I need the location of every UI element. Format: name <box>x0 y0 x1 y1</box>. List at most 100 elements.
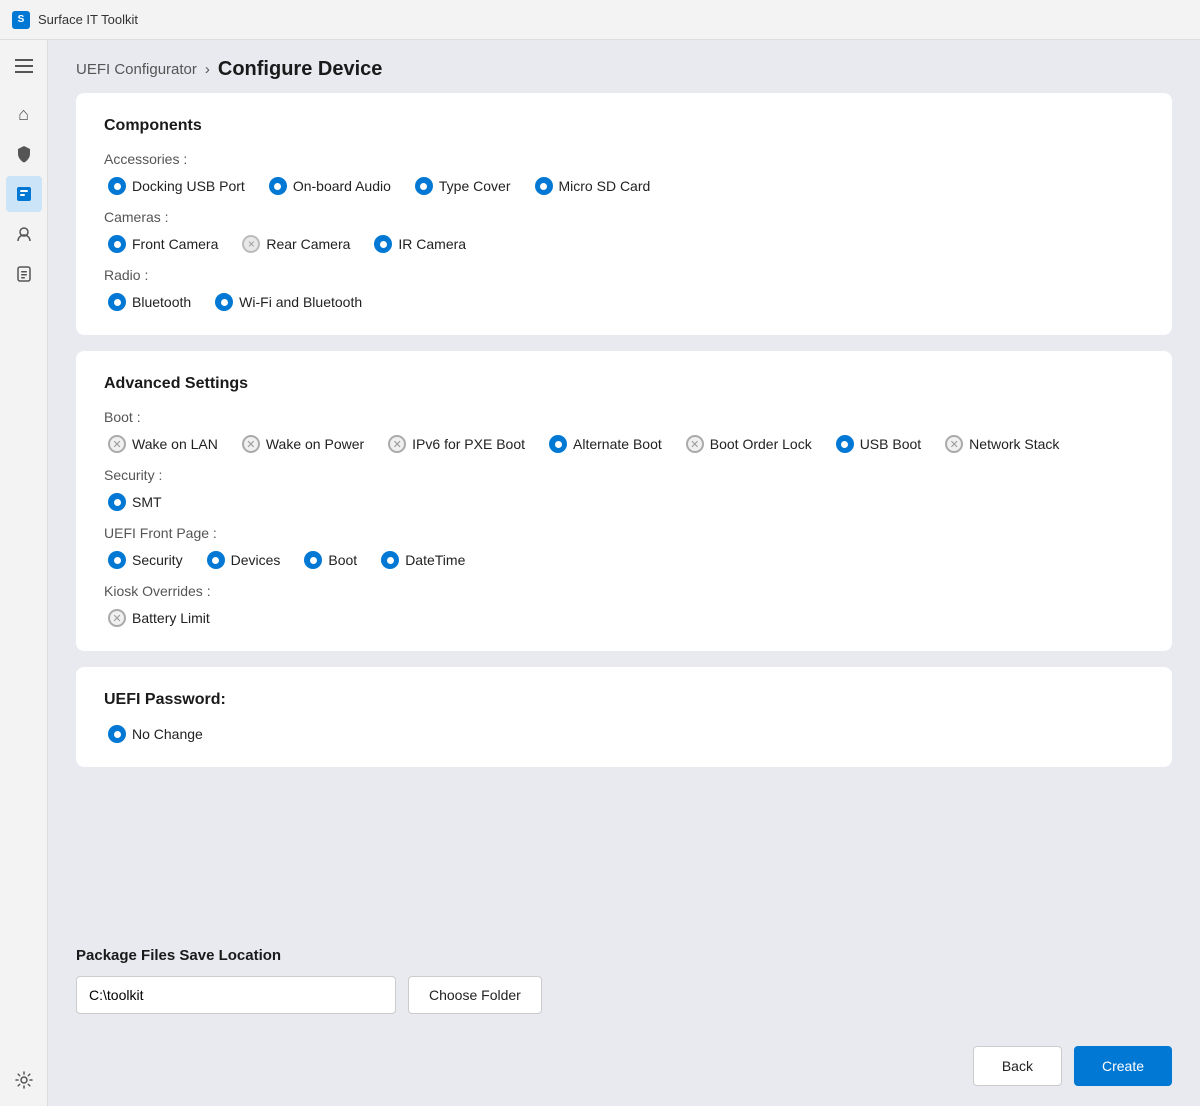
option-wifi-bluetooth[interactable]: Wi-Fi and Bluetooth <box>215 293 362 311</box>
toggle-uefi-datetime <box>381 551 399 569</box>
sidebar-item-reports[interactable] <box>6 256 42 292</box>
label-battery-limit: Battery Limit <box>132 610 210 626</box>
label-network-stack: Network Stack <box>969 436 1059 452</box>
create-button[interactable]: Create <box>1074 1046 1172 1086</box>
toggle-ipv6-pxe-boot: ✕ <box>388 435 406 453</box>
kiosk-overrides-options: ✕ Battery Limit <box>108 609 1144 627</box>
option-bluetooth[interactable]: Bluetooth <box>108 293 191 311</box>
toggle-docking-usb-port <box>108 177 126 195</box>
uefi-front-page-label: UEFI Front Page : <box>104 525 1144 541</box>
advanced-settings-card: Advanced Settings Boot : ✕ Wake on LAN ✕… <box>76 351 1172 651</box>
toggle-onboard-audio <box>269 177 287 195</box>
app-icon: S <box>12 11 30 29</box>
app-title: Surface IT Toolkit <box>38 12 138 27</box>
breadcrumb-parent[interactable]: UEFI Configurator <box>76 61 197 78</box>
option-docking-usb-port[interactable]: Docking USB Port <box>108 177 245 195</box>
sidebar-item-settings[interactable] <box>6 1062 42 1098</box>
label-micro-sd-card: Micro SD Card <box>559 178 651 194</box>
toggle-ir-camera <box>374 235 392 253</box>
option-ipv6-pxe-boot[interactable]: ✕ IPv6 for PXE Boot <box>388 435 525 453</box>
package-save-location-section: Package Files Save Location Choose Folde… <box>48 927 1200 1034</box>
toggle-wake-on-power: ✕ <box>242 435 260 453</box>
label-rear-camera: Rear Camera <box>266 236 350 252</box>
option-uefi-security[interactable]: Security <box>108 551 183 569</box>
kiosk-overrides-label: Kiosk Overrides : <box>104 583 1144 599</box>
label-usb-boot: USB Boot <box>860 436 921 452</box>
label-front-camera: Front Camera <box>132 236 218 252</box>
save-location-row: Choose Folder <box>76 976 1172 1014</box>
option-boot-order-lock[interactable]: ✕ Boot Order Lock <box>686 435 812 453</box>
label-ir-camera: IR Camera <box>398 236 466 252</box>
accessories-label: Accessories : <box>104 151 1144 167</box>
option-battery-limit[interactable]: ✕ Battery Limit <box>108 609 210 627</box>
option-micro-sd-card[interactable]: Micro SD Card <box>535 177 651 195</box>
label-docking-usb-port: Docking USB Port <box>132 178 245 194</box>
label-wake-on-power: Wake on Power <box>266 436 364 452</box>
option-alternate-boot[interactable]: Alternate Boot <box>549 435 662 453</box>
accessories-options: Docking USB Port On-board Audio Type Cov… <box>108 177 1144 195</box>
save-location-label: Package Files Save Location <box>76 947 1172 964</box>
toggle-uefi-security <box>108 551 126 569</box>
label-uefi-devices: Devices <box>231 552 281 568</box>
label-no-change: No Change <box>132 726 203 742</box>
components-title: Components <box>104 117 1144 135</box>
option-uefi-datetime[interactable]: DateTime <box>381 551 465 569</box>
uefi-front-page-options: Security Devices Boot DateTime <box>108 551 1144 569</box>
toggle-no-change <box>108 725 126 743</box>
toggle-alternate-boot <box>549 435 567 453</box>
action-bar: Back Create <box>48 1034 1200 1106</box>
uefi-password-options: No Change <box>108 725 1144 743</box>
hamburger-menu[interactable] <box>6 48 42 84</box>
toggle-type-cover <box>415 177 433 195</box>
security-options: SMT <box>108 493 1144 511</box>
label-boot-order-lock: Boot Order Lock <box>710 436 812 452</box>
option-wake-on-power[interactable]: ✕ Wake on Power <box>242 435 364 453</box>
uefi-password-card: UEFI Password: No Change <box>76 667 1172 767</box>
boot-label: Boot : <box>104 409 1144 425</box>
option-type-cover[interactable]: Type Cover <box>415 177 511 195</box>
sidebar-item-home[interactable]: ⌂ <box>6 96 42 132</box>
toggle-front-camera <box>108 235 126 253</box>
toggle-battery-limit: ✕ <box>108 609 126 627</box>
label-uefi-security: Security <box>132 552 183 568</box>
title-bar: S Surface IT Toolkit <box>0 0 1200 40</box>
radio-label: Radio : <box>104 267 1144 283</box>
sidebar-item-shield[interactable] <box>6 136 42 172</box>
label-uefi-boot: Boot <box>328 552 357 568</box>
cameras-label: Cameras : <box>104 209 1144 225</box>
label-bluetooth: Bluetooth <box>132 294 191 310</box>
option-onboard-audio[interactable]: On-board Audio <box>269 177 391 195</box>
choose-folder-button[interactable]: Choose Folder <box>408 976 542 1014</box>
radio-options: Bluetooth Wi-Fi and Bluetooth <box>108 293 1144 311</box>
security-label: Security : <box>104 467 1144 483</box>
option-ir-camera[interactable]: IR Camera <box>374 235 466 253</box>
toggle-usb-boot <box>836 435 854 453</box>
toggle-bluetooth <box>108 293 126 311</box>
label-alternate-boot: Alternate Boot <box>573 436 662 452</box>
content-area: UEFI Configurator › Configure Device Com… <box>48 40 1200 1106</box>
toggle-network-stack: ✕ <box>945 435 963 453</box>
label-type-cover: Type Cover <box>439 178 511 194</box>
option-uefi-devices[interactable]: Devices <box>207 551 281 569</box>
option-network-stack[interactable]: ✕ Network Stack <box>945 435 1059 453</box>
breadcrumb-separator: › <box>205 61 210 78</box>
label-smt: SMT <box>132 494 162 510</box>
option-no-change[interactable]: No Change <box>108 725 203 743</box>
back-button[interactable]: Back <box>973 1046 1062 1086</box>
option-front-camera[interactable]: Front Camera <box>108 235 218 253</box>
label-uefi-datetime: DateTime <box>405 552 465 568</box>
toggle-wifi-bluetooth <box>215 293 233 311</box>
uefi-password-title: UEFI Password: <box>104 691 1144 709</box>
advanced-settings-title: Advanced Settings <box>104 375 1144 393</box>
option-rear-camera[interactable]: Rear Camera <box>242 235 350 253</box>
option-wake-on-lan[interactable]: ✕ Wake on LAN <box>108 435 218 453</box>
option-usb-boot[interactable]: USB Boot <box>836 435 921 453</box>
option-smt[interactable]: SMT <box>108 493 162 511</box>
sidebar-item-uefi[interactable] <box>6 176 42 212</box>
toggle-micro-sd-card <box>535 177 553 195</box>
sidebar-item-deploy[interactable] <box>6 216 42 252</box>
toggle-wake-on-lan: ✕ <box>108 435 126 453</box>
option-uefi-boot[interactable]: Boot <box>304 551 357 569</box>
path-input[interactable] <box>76 976 396 1014</box>
components-card: Components Accessories : Docking USB Por… <box>76 93 1172 335</box>
